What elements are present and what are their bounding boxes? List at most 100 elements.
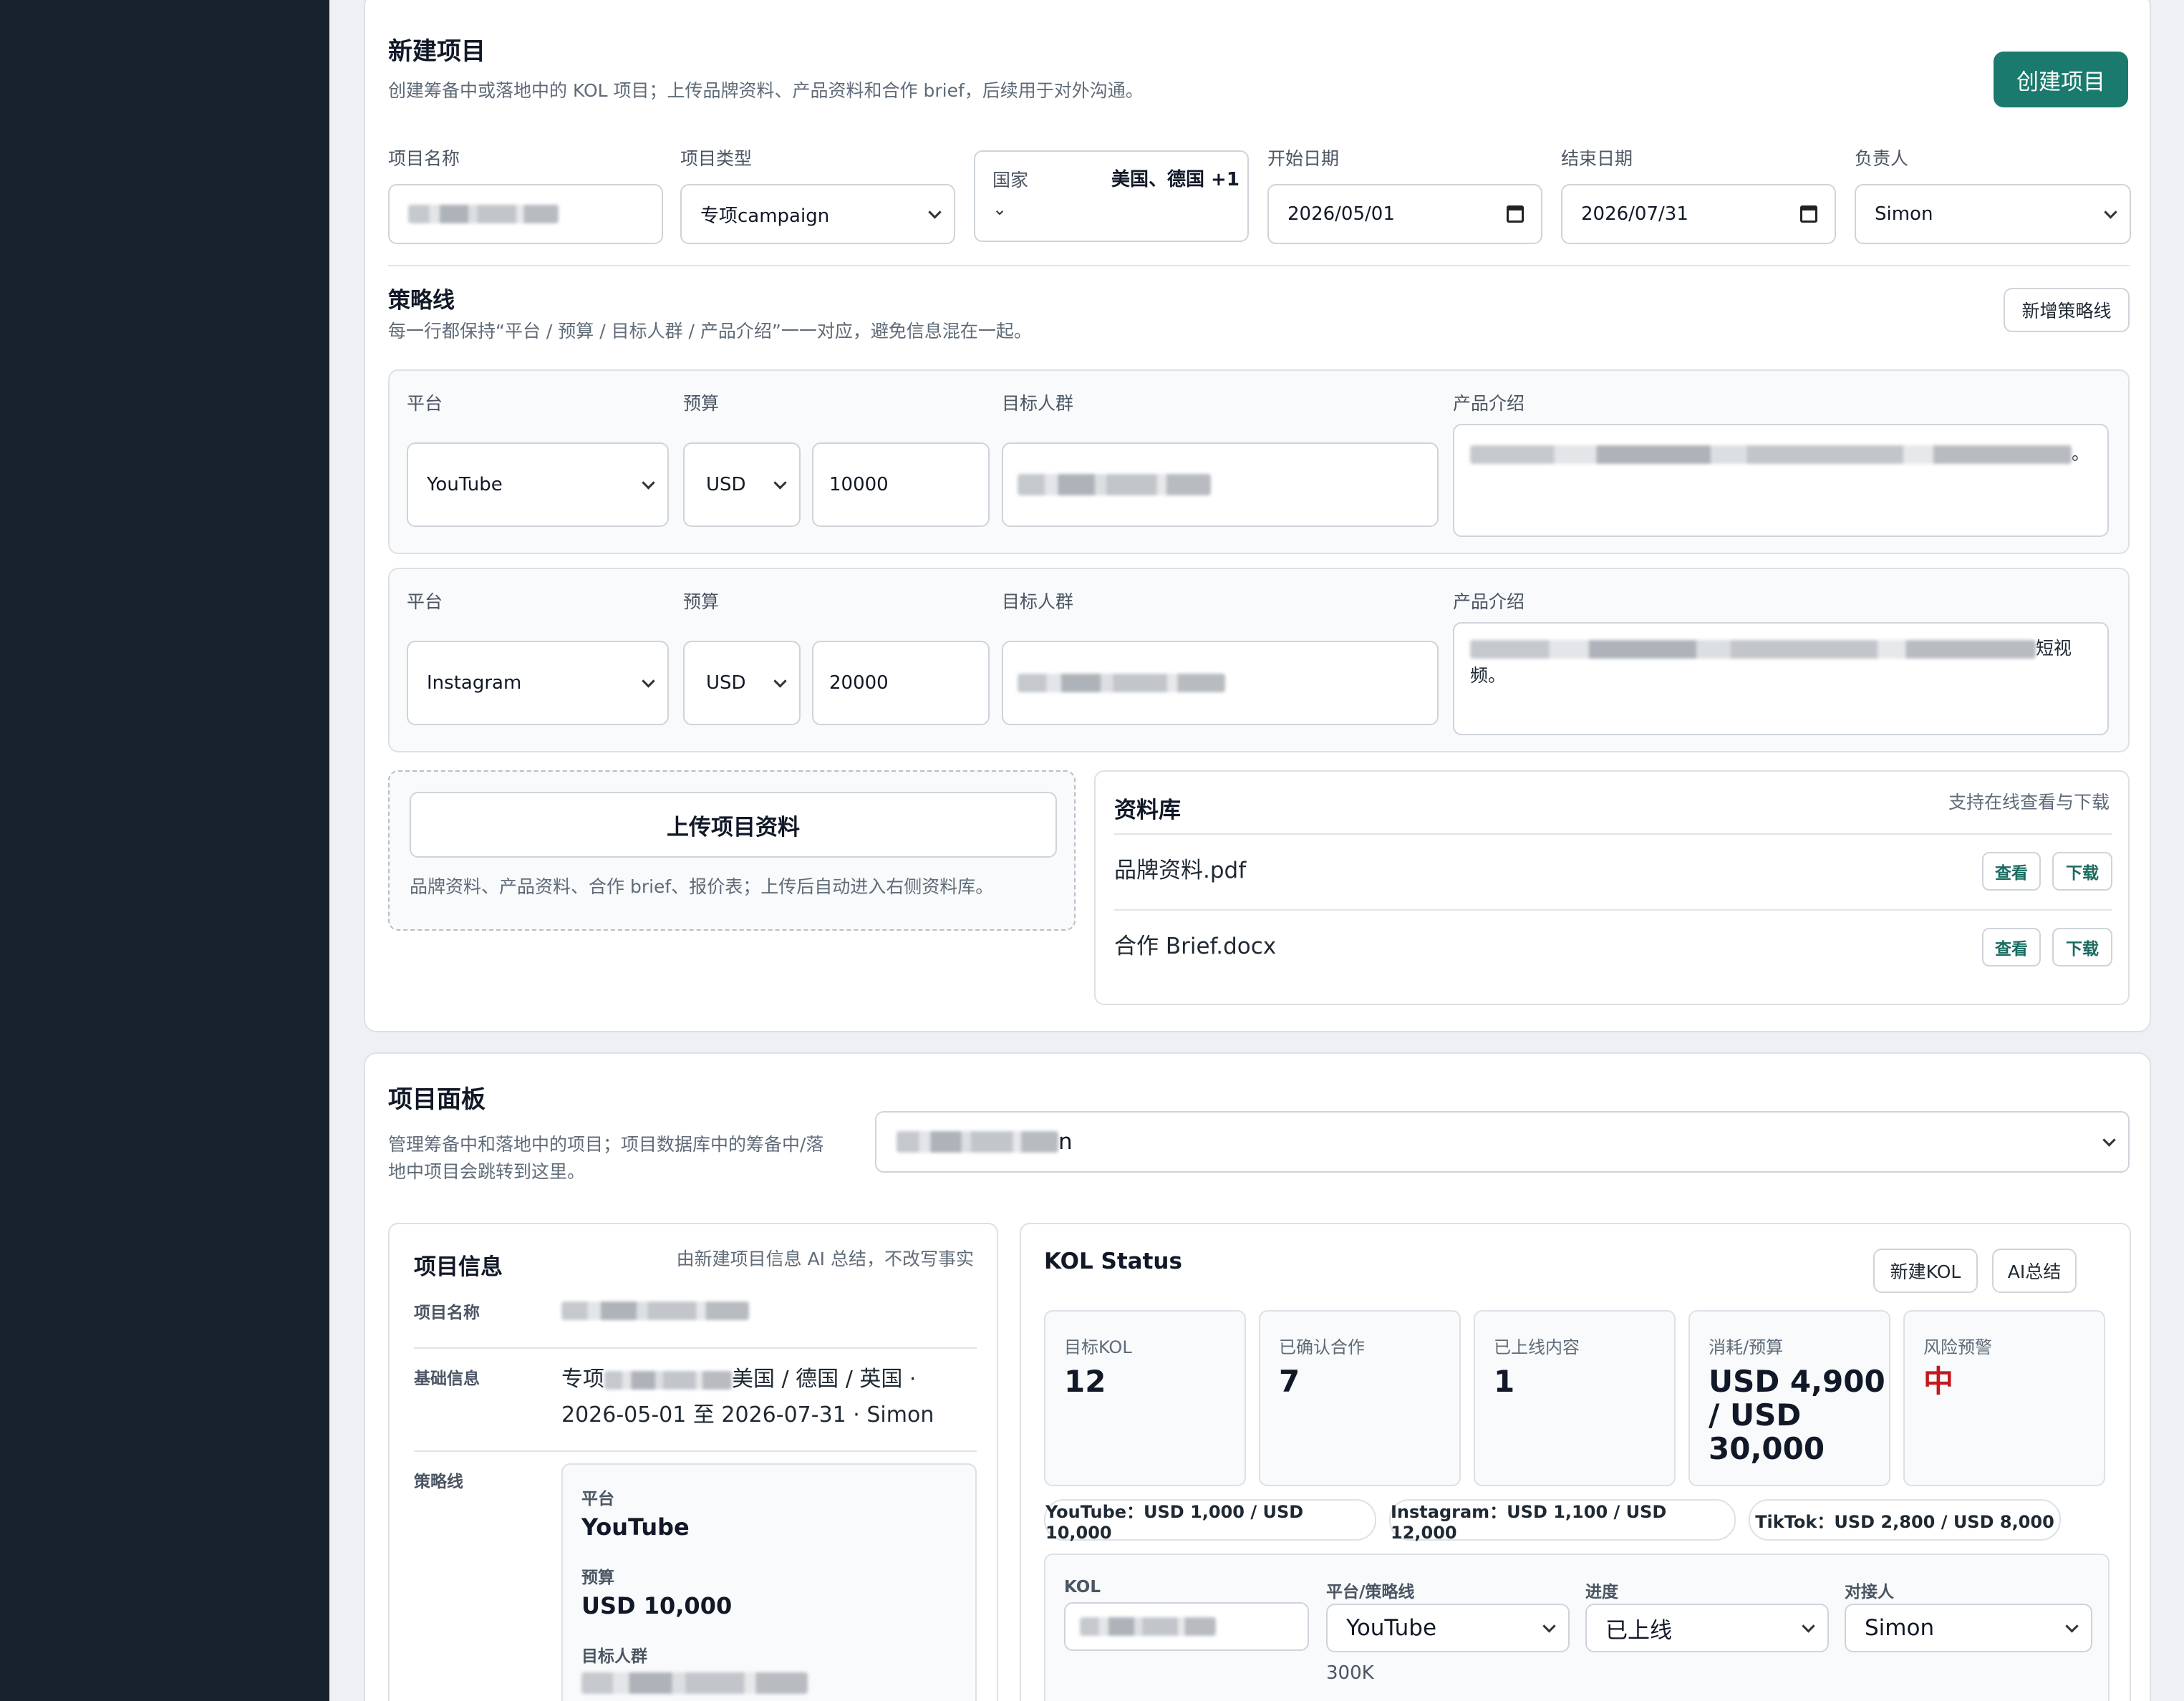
redacted-value [561,1302,749,1320]
summary-platform-label: 平台 [581,1490,614,1508]
file-name: 合作 Brief.docx [1114,934,1277,959]
chevron-down-icon [2104,205,2117,219]
col-platform-label: 平台/策略线 [1326,1583,1415,1601]
country-label: 国家 [992,170,1029,190]
project-dashboard-card: 项目面板 管理筹备中和落地中的项目；项目数据库中的筹备中/落 地中项目会跳转到这… [364,1052,2151,1701]
divider [414,1347,977,1349]
kol-table-row: KOL 平台/策略线 进度 对接人 YouTube 300K 已上线 Simon [1044,1554,2110,1701]
chevron-down-icon [1542,1619,1556,1633]
budget-input[interactable]: 10000 [812,442,990,527]
kol-followers: 300K [1326,1662,1374,1684]
col-kol-label: KOL [1064,1578,1101,1596]
stat-value: 12 [1064,1364,1106,1399]
audience-input[interactable] [1002,442,1439,527]
stat-card-spend-budget: 消耗/预算 USD 4,900 / USD 30,000 [1688,1310,1890,1486]
audience-label: 目标人群 [1002,591,1074,612]
create-project-button[interactable]: 创建项目 [1994,52,2128,107]
dashboard-subtitle-line: 管理筹备中和落地中的项目；项目数据库中的筹备中/落 [388,1134,824,1155]
country-value: 美国、德国 +1 [1111,169,1240,190]
chevron-down-icon [2102,1133,2116,1147]
owner-select[interactable]: Simon [1855,184,2131,244]
basic-info-key: 基础信息 [414,1370,480,1388]
summary-platform-value: YouTube [581,1513,690,1541]
stat-label: 已确认合作 [1279,1337,1365,1357]
kol-platform-select[interactable]: YouTube [1326,1604,1570,1652]
redacted-value [581,1672,808,1694]
stat-label: 风险预警 [1923,1337,1992,1357]
start-date-input[interactable]: 2026/05/01 [1267,184,1542,244]
strategy-subtitle: 每一行都保持“平台 / 预算 / 目标人群 / 产品介绍”一一对应，避免信息混在… [388,321,1032,341]
platform-budget-pill: YouTube：USD 1,000 / USD 10,000 [1044,1499,1376,1543]
kol-name-input[interactable] [1064,1602,1309,1651]
basic-info-text: 2026-05-01 至 2026-07-31 · Simon [561,1402,934,1428]
stat-card-target-kol: 目标KOL 12 [1044,1310,1246,1486]
redacted-value [1080,1617,1216,1636]
kol-contact-select[interactable]: Simon [1845,1604,2092,1652]
kol-progress-select[interactable]: 已上线 [1585,1604,1829,1652]
download-file-button[interactable]: 下载 [2052,928,2112,966]
project-type-label: 项目类型 [680,148,753,169]
calendar-icon [1507,205,1524,223]
chevron-down-icon [773,674,787,688]
new-project-card: 新建项目 创建筹备中或落地中的 KOL 项目；上传品牌资料、产品资料和合作 br… [364,0,2151,1032]
budget-label: 预算 [683,393,720,414]
upload-area: 上传项目资料 品牌资料、产品资料、合作 brief、报价表；上传后自动进入右侧资… [388,770,1076,931]
audience-label: 目标人群 [1002,393,1074,414]
ai-summary-button[interactable]: AI总结 [1992,1249,2077,1293]
stat-value: 1 [1494,1364,1515,1399]
basic-info-text: 专项 [561,1367,604,1392]
kol-platform-value: YouTube [1346,1615,1437,1641]
upload-project-files-button[interactable]: 上传项目资料 [410,792,1057,858]
calendar-icon [1800,205,1817,223]
budget-input[interactable]: 20000 [812,641,990,725]
currency-select[interactable]: USD [683,442,801,527]
chevron-down-icon [773,476,787,490]
basic-info-text: 美国 / 德国 / 英国 · [732,1367,917,1392]
view-file-button[interactable]: 查看 [1982,852,2041,891]
product-intro-textarea[interactable]: 短视 频。 [1453,622,2109,735]
end-date-input[interactable]: 2026/07/31 [1561,184,1836,244]
project-type-select[interactable]: 专项campaign [680,184,955,244]
sidebar [0,0,329,1701]
download-file-button[interactable]: 下载 [2052,852,2112,891]
risk-level-value: 中 [1923,1364,1954,1399]
basic-info-value: 专项 美国 / 德国 / 英国 · 2026-05-01 至 2026-07-31… [561,1362,934,1433]
project-select-value: n [1058,1129,1073,1155]
platform-select[interactable]: YouTube [407,442,669,527]
dashboard-title: 项目面板 [388,1085,485,1114]
chevron-down-icon [1802,1619,1815,1633]
platform-label: 平台 [407,591,443,612]
intro-label: 产品介绍 [1453,591,1525,612]
add-strategy-button[interactable]: 新增策略线 [2004,288,2130,332]
file-name: 品牌资料.pdf [1114,858,1247,883]
end-date-value: 2026/07/31 [1581,203,1688,225]
country-multiselect[interactable]: 国家 美国、德国 +1 ⌄ [974,150,1249,242]
chevron-down-icon [928,205,942,219]
summary-budget-label: 预算 [581,1569,614,1587]
divider [1114,909,2112,911]
new-kol-button[interactable]: 新建KOL [1873,1249,1978,1293]
product-intro-textarea[interactable]: 。 [1453,424,2109,537]
summary-audience-value [581,1672,808,1694]
platform-select[interactable]: Instagram [407,641,669,725]
audience-input[interactable] [1002,641,1439,725]
currency-select[interactable]: USD [683,641,801,725]
project-name-value [561,1302,749,1320]
redacted-value [408,205,559,223]
stat-label: 消耗/预算 [1709,1337,1784,1357]
kol-status-title: KOL Status [1044,1249,1182,1274]
stat-value: USD 4,900 / USD 30,000 [1709,1364,1885,1466]
project-name-input[interactable] [388,184,663,244]
platform-value: YouTube [427,474,503,495]
library-note: 支持在线查看与下载 [1948,792,2110,813]
new-project-subtitle: 创建筹备中或落地中的 KOL 项目；上传品牌资料、产品资料和合作 brief，后… [388,80,1144,101]
project-select[interactable]: n [875,1111,2130,1173]
platform-value: Instagram [427,672,522,694]
view-file-button[interactable]: 查看 [1982,928,2041,966]
project-info-panel: 项目信息 由新建项目信息 AI 总结，不改写事实 项目名称 基础信息 专项 美国 … [388,1223,998,1701]
summary-audience-label: 目标人群 [581,1647,647,1666]
redacted-value [1470,445,2072,464]
main-content: 新建项目 创建筹备中或落地中的 KOL 项目；上传品牌资料、产品资料和合作 br… [329,0,2184,1701]
kol-progress-value: 已上线 [1605,1617,1672,1644]
intro-label: 产品介绍 [1453,393,1525,414]
